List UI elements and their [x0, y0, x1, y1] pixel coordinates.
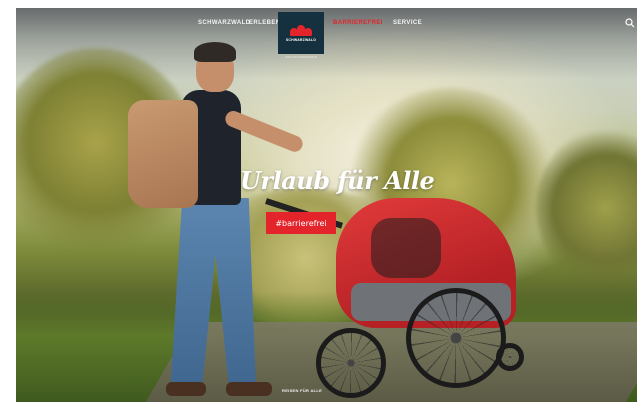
person-shoe-left: [166, 382, 206, 396]
browser-viewport: SCHWARZWALD ERLEBEN BARRIEREFREI SERVICE…: [0, 0, 639, 407]
nav-item-erleben[interactable]: ERLEBEN: [249, 20, 280, 26]
search-icon[interactable]: [625, 18, 635, 28]
main-navigation: SCHWARZWALD ERLEBEN BARRIEREFREI SERVICE…: [16, 8, 637, 59]
person-legs: [170, 198, 256, 388]
nav-item-service[interactable]: SERVICE: [393, 20, 422, 26]
trailer-wheel-small: [496, 343, 524, 371]
trailer-wheel-large: [406, 288, 506, 388]
trailer-window: [371, 218, 441, 278]
nav-item-schwarzwald[interactable]: SCHWARZWALD: [198, 20, 250, 26]
nav-item-barrierefrei[interactable]: BARRIEREFREI: [333, 20, 383, 26]
tree-right: [536, 128, 637, 288]
trailer-wheel-front: [316, 328, 386, 398]
barrierefrei-tag-button[interactable]: #barrierefrei: [266, 212, 336, 234]
logo-subtitle: HOCHSCHWARZWALD: [284, 55, 318, 59]
hero-headline: Urlaub für Alle: [240, 166, 435, 195]
backpack: [128, 100, 198, 208]
hero-image: [16, 8, 637, 402]
site-logo[interactable]: SCHWARZWALD: [278, 12, 324, 54]
logo-mark-icon: [290, 24, 312, 36]
logo-text: SCHWARZWALD: [285, 38, 317, 42]
person-shoe-right: [226, 382, 272, 396]
person-hair: [194, 42, 236, 62]
reisen-fuer-alle-link[interactable]: REISEN FÜR ALLE: [282, 388, 322, 393]
